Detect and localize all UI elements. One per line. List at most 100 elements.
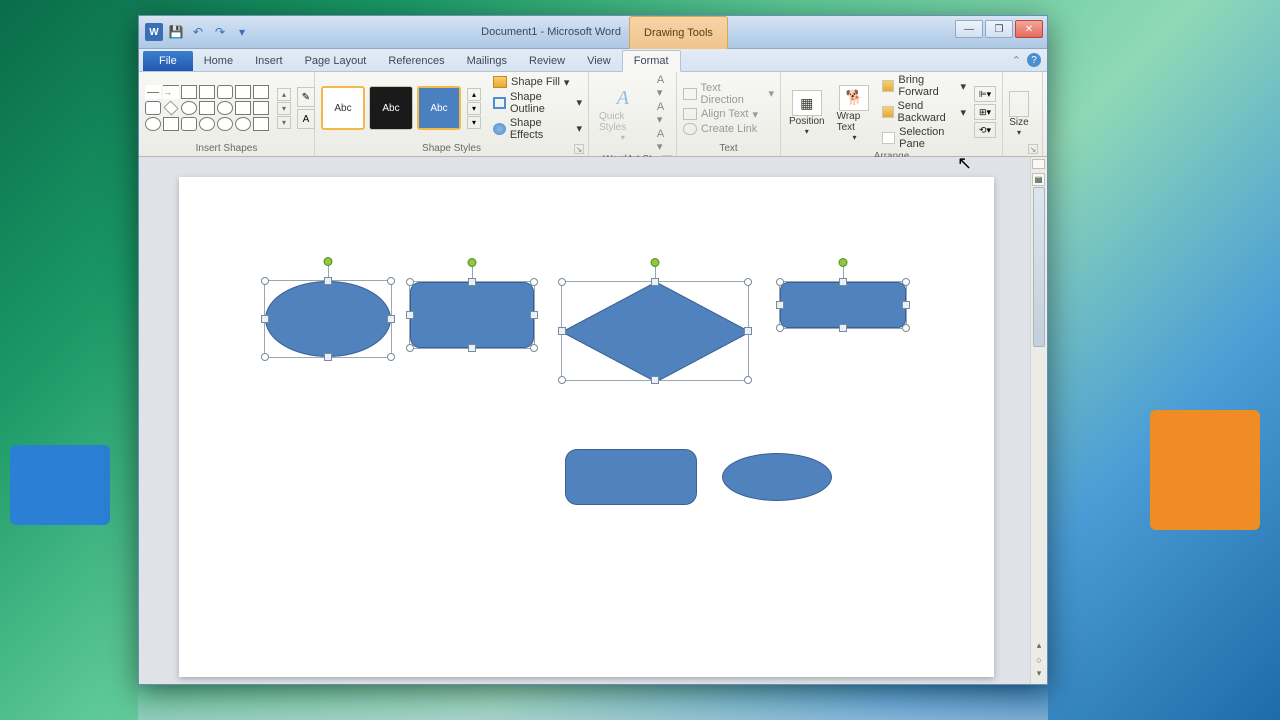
shape-ellipse[interactable] bbox=[265, 281, 391, 357]
shape-effects-button[interactable]: Shape Effects ▾ bbox=[493, 117, 582, 141]
resize-handle-tr[interactable] bbox=[744, 278, 752, 286]
selection-pane-button[interactable]: Selection Pane bbox=[882, 126, 966, 150]
resize-handle-tr[interactable] bbox=[902, 278, 910, 286]
shape-rounded-rect[interactable] bbox=[410, 282, 534, 348]
qat-customize-button[interactable]: ▾ bbox=[233, 23, 251, 41]
rotate-button[interactable]: ⟲▾ bbox=[974, 122, 996, 138]
resize-handle-ml[interactable] bbox=[776, 301, 784, 309]
style-more-icon[interactable]: ▾ bbox=[467, 116, 481, 129]
resize-handle-tl[interactable] bbox=[558, 278, 566, 286]
style-scroll-down-icon[interactable]: ▾ bbox=[467, 102, 481, 115]
edit-shape-button[interactable]: ✎ bbox=[297, 87, 315, 107]
resize-handle-mr[interactable] bbox=[530, 311, 538, 319]
tab-review[interactable]: Review bbox=[518, 51, 576, 71]
resize-handle-tm[interactable] bbox=[324, 277, 332, 285]
resize-handle-tl[interactable] bbox=[406, 278, 414, 286]
resize-handle-ml[interactable] bbox=[558, 327, 566, 335]
minimize-button[interactable]: — bbox=[955, 20, 983, 38]
resize-handle-bl[interactable] bbox=[261, 353, 269, 361]
shape-outline-button[interactable]: Shape Outline ▾ bbox=[493, 91, 582, 115]
shape-styles-launcher-icon[interactable]: ↘ bbox=[574, 144, 584, 154]
qat-undo-button[interactable]: ↶ bbox=[189, 23, 207, 41]
resize-handle-tm[interactable] bbox=[839, 278, 847, 286]
resize-handle-br[interactable] bbox=[744, 376, 752, 384]
group-button[interactable]: ⊞▾ bbox=[974, 104, 996, 120]
resize-handle-br[interactable] bbox=[387, 353, 395, 361]
resize-handle-mr[interactable] bbox=[744, 327, 752, 335]
resize-handle-bl[interactable] bbox=[406, 344, 414, 352]
qat-redo-button[interactable]: ↷ bbox=[211, 23, 229, 41]
resize-handle-tm[interactable] bbox=[651, 278, 659, 286]
tab-insert[interactable]: Insert bbox=[244, 51, 294, 71]
resize-handle-tl[interactable] bbox=[776, 278, 784, 286]
selection-box-shape-3[interactable] bbox=[561, 281, 749, 381]
selection-box-shape-1[interactable] bbox=[264, 280, 392, 358]
shape-ellipse-unselected[interactable] bbox=[722, 453, 832, 501]
browse-object-icon[interactable]: ○ bbox=[1033, 653, 1045, 666]
resize-handle-bl[interactable] bbox=[776, 324, 784, 332]
shape-style-preset-1[interactable]: Abc bbox=[321, 86, 365, 130]
resize-handle-bm[interactable] bbox=[839, 324, 847, 332]
resize-handle-bl[interactable] bbox=[558, 376, 566, 384]
align-button[interactable]: ⊫▾ bbox=[974, 86, 996, 102]
resize-handle-tm[interactable] bbox=[468, 278, 476, 286]
position-button[interactable]: ▦ Position▾ bbox=[787, 88, 827, 136]
size-button[interactable]: Size▾ bbox=[1009, 91, 1029, 137]
rotation-handle[interactable] bbox=[839, 258, 848, 267]
resize-handle-br[interactable] bbox=[902, 324, 910, 332]
resize-handle-tr[interactable] bbox=[387, 277, 395, 285]
resize-handle-tr[interactable] bbox=[530, 278, 538, 286]
rotation-handle[interactable] bbox=[324, 257, 333, 266]
style-scroll-up-icon[interactable]: ▴ bbox=[467, 88, 481, 101]
tab-mailings[interactable]: Mailings bbox=[456, 51, 518, 71]
shape-fill-button[interactable]: Shape Fill ▾ bbox=[493, 76, 582, 89]
selection-box-shape-4[interactable] bbox=[779, 281, 907, 329]
prev-page-icon[interactable]: ▴ bbox=[1033, 639, 1045, 652]
shapes-scroll-down-icon[interactable]: ▾ bbox=[277, 102, 291, 115]
shape-style-preset-2[interactable]: Abc bbox=[369, 86, 413, 130]
maximize-button[interactable]: ❐ bbox=[985, 20, 1013, 38]
resize-handle-bm[interactable] bbox=[468, 344, 476, 352]
tab-page-layout[interactable]: Page Layout bbox=[294, 51, 378, 71]
tab-view[interactable]: View bbox=[576, 51, 622, 71]
send-backward-button[interactable]: Send Backward ▾ bbox=[882, 100, 966, 124]
shape-style-preset-3[interactable]: Abc bbox=[417, 86, 461, 130]
resize-handle-bm[interactable] bbox=[651, 376, 659, 384]
close-button[interactable]: ✕ bbox=[1015, 20, 1043, 38]
selection-box-shape-2[interactable] bbox=[409, 281, 535, 349]
word-app-icon[interactable]: W bbox=[145, 23, 163, 41]
help-icon[interactable]: ? bbox=[1027, 53, 1041, 67]
tab-references[interactable]: References bbox=[377, 51, 455, 71]
resize-handle-ml[interactable] bbox=[406, 311, 414, 319]
scroll-thumb[interactable] bbox=[1033, 187, 1045, 347]
vertical-scrollbar[interactable]: ▤ ▴ ○ ▾ bbox=[1030, 157, 1047, 684]
tab-format[interactable]: Format bbox=[622, 50, 681, 72]
bring-forward-button[interactable]: Bring Forward ▾ bbox=[882, 74, 966, 98]
rotation-handle[interactable] bbox=[651, 258, 660, 267]
resize-handle-ml[interactable] bbox=[261, 315, 269, 323]
shapes-scroll-up-icon[interactable]: ▴ bbox=[277, 88, 291, 101]
resize-handle-mr[interactable] bbox=[902, 301, 910, 309]
resize-handle-br[interactable] bbox=[530, 344, 538, 352]
rotation-handle[interactable] bbox=[468, 258, 477, 267]
minimize-ribbon-icon[interactable]: ⌃ bbox=[1012, 54, 1021, 67]
qat-save-button[interactable]: 💾 bbox=[167, 23, 185, 41]
resize-handle-mr[interactable] bbox=[387, 315, 395, 323]
resize-handle-bm[interactable] bbox=[324, 353, 332, 361]
page[interactable] bbox=[179, 177, 994, 677]
ribbon-tabs: File Home Insert Page Layout References … bbox=[139, 49, 1047, 72]
split-handle[interactable] bbox=[1032, 159, 1045, 169]
tab-file[interactable]: File bbox=[143, 51, 193, 71]
resize-handle-tl[interactable] bbox=[261, 277, 269, 285]
size-launcher-icon[interactable]: ↘ bbox=[1028, 144, 1038, 154]
wrap-text-button[interactable]: 🐕 Wrap Text▾ bbox=[835, 83, 875, 142]
ruler-toggle-icon[interactable]: ▤ bbox=[1032, 173, 1045, 186]
shape-diamond[interactable] bbox=[562, 282, 748, 380]
text-box-button[interactable]: A bbox=[297, 109, 315, 129]
shapes-more-icon[interactable]: ▾ bbox=[277, 116, 291, 129]
shape-rounded-rect-unselected[interactable] bbox=[565, 449, 697, 505]
tab-home[interactable]: Home bbox=[193, 51, 244, 71]
shape-rounded-rect[interactable] bbox=[780, 282, 906, 328]
next-page-icon[interactable]: ▾ bbox=[1033, 667, 1045, 680]
shapes-gallery[interactable] bbox=[145, 85, 269, 131]
